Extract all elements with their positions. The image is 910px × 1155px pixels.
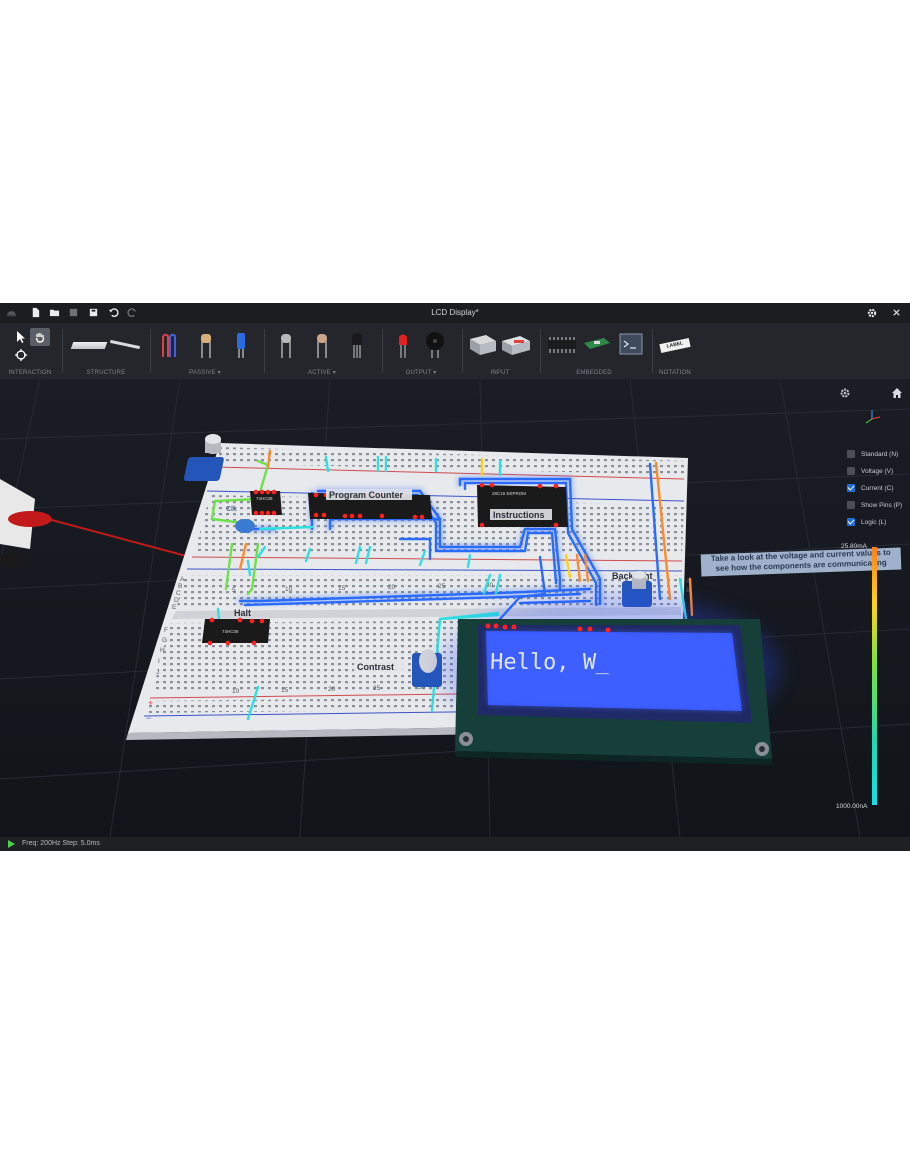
row-letter: C [176,590,181,597]
window-title: LCD Display* [431,308,479,317]
simulation-canvas[interactable]: + − 5 10 15 20 25 30 10 15 20 25 30 A B … [0,379,910,837]
lcd-text: Hello, W_ [490,650,611,675]
current-legend-bar [872,547,877,805]
microcontroller-tool-icon[interactable] [582,335,612,355]
buzzer-tool-icon[interactable] [424,331,446,359]
halt-chip[interactable]: 74HC08 [202,617,270,646]
dip-switch-tool-icon[interactable] [500,333,532,357]
lcd-module[interactable]: Hello, W_ [440,594,780,765]
clock-chip[interactable]: 74HC08 [250,489,282,516]
simulator-window: LCD Display* INTERACTION STRUCTURE PASSI… [0,303,910,851]
col-number: 10 [232,688,240,695]
checkbox-voltage[interactable] [847,467,855,475]
group-label-active: ACTIVE ▾ [308,370,336,376]
halt-chip-label: 74HC08 [222,629,239,634]
group-label-interaction: INTERACTION [8,370,52,376]
settings-gear-icon[interactable] [866,307,878,319]
play-icon[interactable] [8,840,15,848]
row-letter: E [172,604,177,611]
switch-tool-icon[interactable] [468,333,498,357]
hand-icon [35,333,45,343]
label-program-counter: Program Counter [329,490,404,500]
row-letter: F [164,627,168,634]
col-number: 15 [338,585,346,592]
hand-tool-button[interactable] [30,328,50,346]
checkbox-logic[interactable] [847,518,855,526]
transistor-tool-icon[interactable] [350,331,364,359]
chip-tool-icon[interactable] [546,335,578,355]
group-label-input: INPUT [490,370,510,376]
col-number: 5 [232,587,236,594]
group-label-output: OUTPUT ▾ [405,370,437,376]
contrast-potentiometer[interactable] [412,649,442,687]
status-text: Freq: 200Hz Step: 5.0ms [22,840,100,847]
zener-tool-icon[interactable] [314,331,330,359]
group-label-passive: PASSIVE ▾ [189,370,221,376]
label-tool[interactable]: LABEL [659,337,691,354]
view-settings-gear-icon[interactable] [839,387,851,399]
home-view-icon[interactable] [891,387,903,399]
eeprom-chip[interactable]: 28C16 EEPROM [477,482,568,528]
col-number: 20 [328,686,336,693]
label-halt: Halt [234,608,251,618]
clock-capacitor[interactable] [235,519,255,533]
status-bar: Freq: 200Hz Step: 5.0ms [0,837,910,851]
row-letter: A [180,576,185,583]
component-toolbar: INTERACTION STRUCTURE PASSIVE ▾ ACTIVE ▾… [0,323,910,380]
svg-text:+: + [148,698,153,708]
label-clock: Clk [226,506,237,513]
group-label-embedded: EMBEDDED [576,370,612,376]
legend-max-label: 25.80mA [841,543,868,550]
close-icon[interactable] [891,307,902,318]
resistor-tool-icon[interactable] [198,331,214,359]
clock-chip-label: 74HC08 [256,496,273,501]
select-arrow-icon[interactable] [15,330,27,344]
row-letter: H [160,647,165,654]
led-tool-icon[interactable] [396,331,410,359]
row-letter: B [178,583,182,590]
label-instructions: Instructions [493,510,545,520]
col-number: 15 [281,687,289,694]
legend-min-label: 1000.00nA [836,803,868,810]
checkbox-show-pins[interactable] [847,501,855,509]
label-contrast: Contrast [357,662,394,672]
row-letter: I [158,658,160,665]
scene: + − 5 10 15 20 25 30 10 15 20 25 30 A B … [0,379,910,837]
col-number: 10 [285,586,293,593]
col-number: 20 [388,584,396,591]
target-icon[interactable] [15,349,27,361]
col-number: 25 [438,583,446,590]
eeprom-chip-label: 28C16 EEPROM [492,491,526,496]
col-number: 25 [373,685,381,692]
breadboard-tool[interactable] [70,342,108,349]
checkbox-standard[interactable] [847,450,855,458]
terminal-tool-icon[interactable] [619,333,643,355]
group-label-notation: NOTATION [659,370,691,376]
breadboard-strip-tool[interactable] [110,339,140,350]
checkbox-current[interactable] [847,484,855,492]
svg-text:−: − [146,713,151,723]
wire-tool-icon[interactable] [160,331,182,359]
row-letter: D [174,597,179,604]
row-letter: G [162,637,167,644]
title-bar: LCD Display* [0,303,910,323]
group-label-structure: STRUCTURE [86,370,126,376]
capacitor-tool-icon[interactable] [234,331,248,359]
diode-tool-icon[interactable] [278,331,294,359]
row-letter: J [156,669,159,676]
